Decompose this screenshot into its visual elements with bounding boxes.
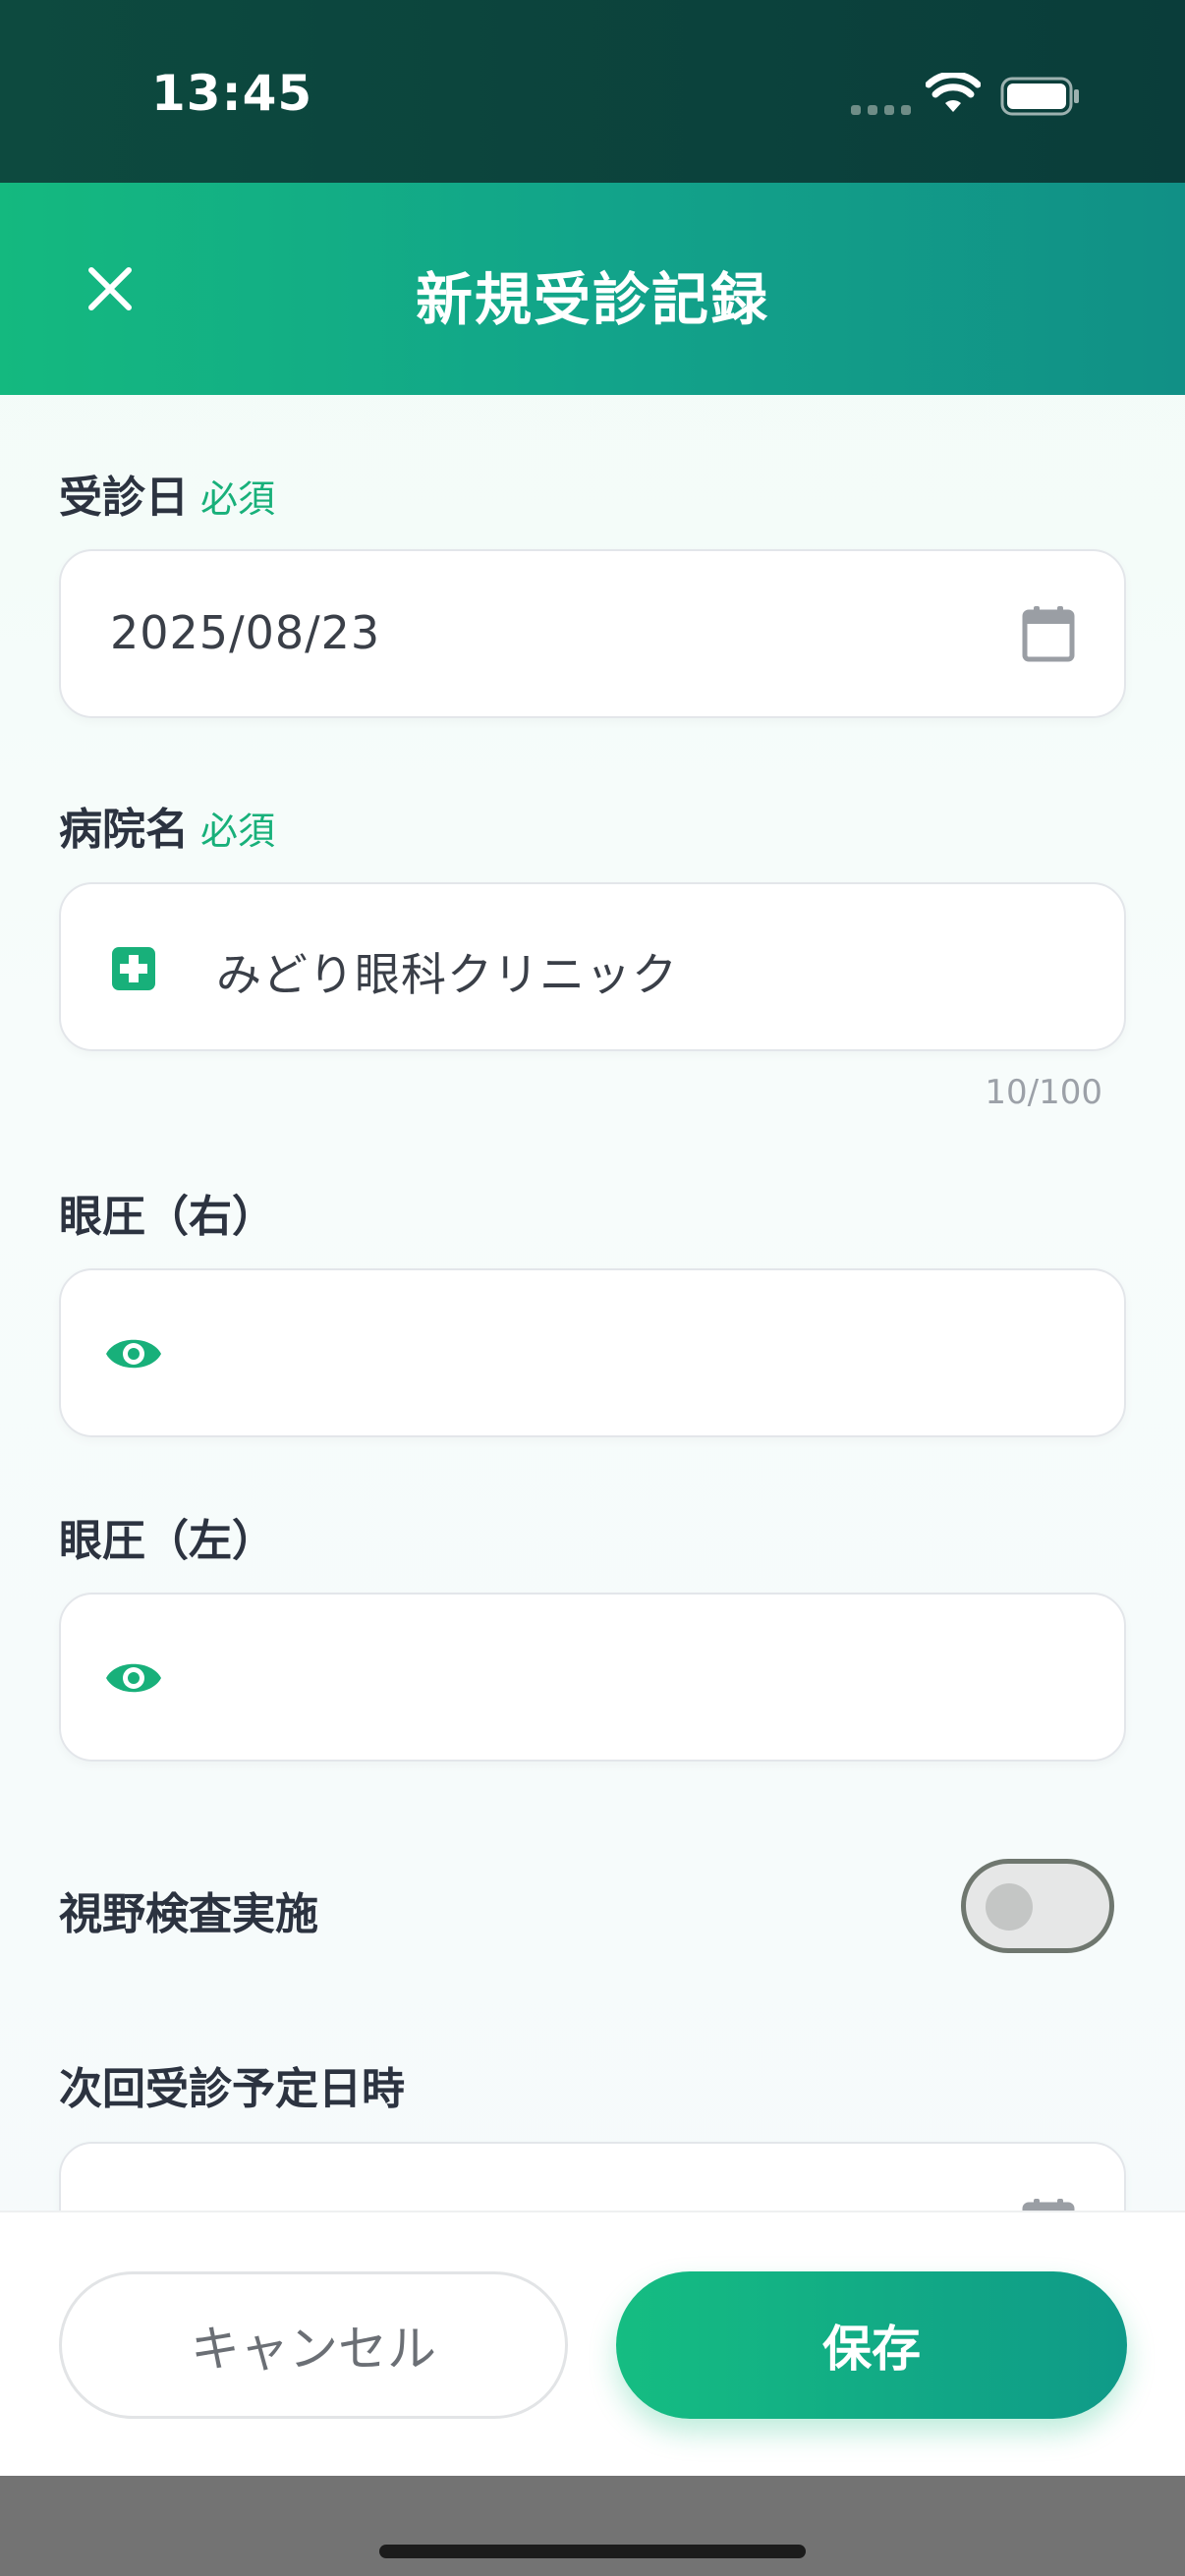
iop-left-label: 眼圧（左） [59,1516,275,1566]
status-bar: 13:45 [0,0,1185,183]
hospital-name-value: みどり眼科クリニック [216,948,678,1001]
hospital-label: 病院名 必須 [59,794,275,857]
iop-left-field[interactable] [59,1593,1126,1762]
wifi-icon [926,73,981,112]
home-indicator-area [0,2476,1185,2576]
hospital-name-field[interactable]: みどり眼科クリニック [59,882,1126,1051]
toggle-knob [986,1883,1033,1931]
hospital-label-text: 病院名 [59,805,189,855]
eye-icon [106,1339,161,1369]
visit-date-label: 受診日 必須 [59,462,275,525]
visual-field-label: 視野検査実施 [59,1889,318,1939]
battery-icon [1000,77,1079,116]
screen: 13:45 新規受診記録 受診日 必須 2025/08/23 病院名 必須 みど… [0,0,1185,2576]
iop-right-label: 眼圧（右） [59,1192,275,1242]
app-header: 新規受診記録 [0,183,1185,395]
cellular-signal-icon [851,105,911,115]
visit-date-value: 2025/08/23 [110,606,381,659]
bottom-action-bar: キャンセル 保存 [0,2211,1185,2476]
home-indicator[interactable] [379,2545,806,2558]
hospital-cross-icon [112,947,155,990]
required-badge: 必須 [200,477,276,521]
required-badge: 必須 [200,810,276,853]
calendar-icon[interactable] [1021,604,1076,663]
eye-icon [106,1663,161,1693]
page-title: 新規受診記録 [415,266,769,333]
visit-date-label-text: 受診日 [59,473,189,523]
iop-right-field[interactable] [59,1268,1126,1437]
next-visit-label: 次回受診予定日時 [59,2064,405,2114]
visual-field-toggle[interactable] [961,1859,1114,1953]
cancel-button[interactable]: キャンセル [59,2271,568,2419]
save-button[interactable]: 保存 [616,2271,1127,2419]
character-counter: 10/100 [985,1073,1102,1112]
visit-date-field[interactable]: 2025/08/23 [59,549,1126,718]
status-time: 13:45 [151,65,313,122]
